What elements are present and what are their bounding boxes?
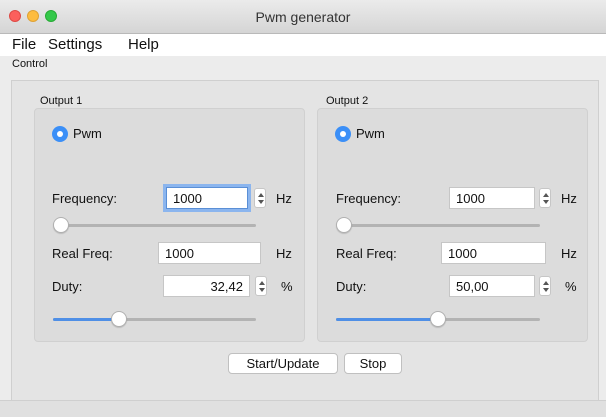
output-2-frequency-input[interactable]: 1000 (449, 187, 535, 209)
output-1-real-freq-field: 1000 (158, 242, 261, 264)
output-1-duty-slider-fill (53, 318, 119, 321)
output-1-title: Output 1 (40, 95, 83, 107)
window-title: Pwm generator (255, 9, 351, 25)
output-2-frequency-slider[interactable] (336, 217, 540, 233)
menu-bar: File Settings Help (0, 34, 606, 56)
output-1-frequency-unit: Hz (276, 191, 292, 206)
output-1-pwm-radio[interactable] (52, 126, 68, 142)
output-1-frequency-slider[interactable] (53, 217, 256, 233)
output-1-real-freq-label: Real Freq: (52, 246, 113, 261)
output-2-frequency-slider-handle[interactable] (336, 217, 352, 233)
output-2-duty-input[interactable]: 50,00 (449, 275, 535, 297)
output-2-real-freq-label: Real Freq: (336, 246, 397, 261)
stepper-up-icon (543, 281, 549, 285)
output-1-duty-slider-handle[interactable] (110, 311, 127, 327)
output-2-real-freq-unit: Hz (561, 246, 577, 261)
output-2-frequency-stepper[interactable] (539, 188, 551, 208)
output-2-duty-slider[interactable] (336, 311, 540, 327)
output-1-duty-input[interactable]: 32,42 (163, 275, 250, 297)
output-1-frequency-slider-handle[interactable] (53, 217, 69, 233)
menu-file[interactable]: File (12, 36, 36, 53)
output-1-frequency-input[interactable]: 1000 (163, 184, 251, 212)
stepper-up-icon (259, 281, 265, 285)
output-2-frequency-unit: Hz (561, 191, 577, 206)
output-2-duty-stepper[interactable] (539, 276, 551, 296)
output-1-panel: Pwm Frequency: 1000 Hz Real Freq: 1000 H… (34, 108, 305, 342)
output-1-real-freq-unit: Hz (276, 246, 292, 261)
output-2-panel: Pwm Frequency: 1000 Hz Real Freq: 1000 H… (317, 108, 588, 342)
output-1-duty-label: Duty: (52, 279, 83, 294)
stepper-down-icon (543, 288, 549, 292)
output-2-pwm-label: Pwm (356, 126, 385, 141)
output-1-duty-stepper[interactable] (255, 276, 267, 296)
output-2-pwm-radio[interactable] (335, 126, 351, 142)
stepper-up-icon (543, 193, 549, 197)
output-2-frequency-label: Frequency: (336, 191, 402, 206)
stop-button[interactable]: Stop (344, 353, 402, 374)
output-1-duty-unit: % (281, 279, 293, 294)
menu-help[interactable]: Help (128, 36, 159, 53)
stepper-up-icon (258, 193, 264, 197)
output-2-title: Output 2 (326, 95, 369, 107)
output-2-duty-label: Duty: (336, 279, 367, 294)
output-2-real-freq-field: 1000 (441, 242, 546, 264)
title-bar: Pwm generator (0, 0, 606, 34)
output-1-duty-slider[interactable] (53, 311, 256, 327)
output-1-pwm-label: Pwm (73, 126, 102, 141)
app-window: Pwm generator File Settings Help Control… (0, 0, 606, 417)
output-2-duty-unit: % (565, 279, 577, 294)
menu-settings[interactable]: Settings (48, 36, 102, 53)
output-2-duty-slider-fill (336, 318, 438, 321)
status-bar (0, 400, 606, 417)
stepper-down-icon (258, 200, 264, 204)
stepper-down-icon (543, 200, 549, 204)
stepper-down-icon (259, 288, 265, 292)
start-update-button[interactable]: Start/Update (228, 353, 338, 374)
output-1-frequency-label: Frequency: (52, 191, 118, 206)
output-2-duty-slider-handle[interactable] (430, 311, 446, 327)
output-1-frequency-stepper[interactable] (254, 188, 266, 208)
control-group-label: Control (12, 58, 48, 70)
